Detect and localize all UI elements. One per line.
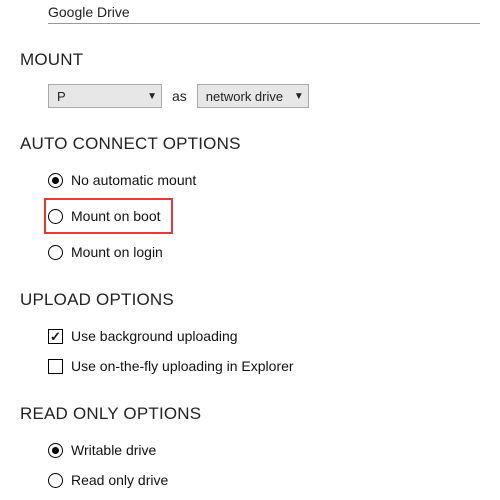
radio-writable-drive[interactable]: Writable drive (48, 438, 480, 462)
radio-icon (48, 473, 63, 488)
radio-icon (48, 443, 63, 458)
radio-label: Mount on login (71, 244, 163, 260)
check-on-the-fly-upload[interactable]: Use on-the-fly uploading in Explorer (48, 354, 480, 378)
drive-letter-select[interactable]: P ▼ (48, 84, 162, 108)
radio-label: Mount on boot (71, 208, 161, 224)
checkbox-icon (48, 359, 63, 374)
drive-type-value: network drive (206, 89, 283, 104)
radio-no-auto-mount[interactable]: No automatic mount (48, 168, 480, 192)
checkbox-label: Use background uploading (71, 328, 238, 344)
mount-as-label: as (172, 88, 187, 104)
radio-mount-on-boot[interactable]: Mount on boot (48, 204, 161, 228)
radio-label: No automatic mount (71, 172, 196, 188)
section-read-only: READ ONLY OPTIONS (20, 404, 480, 424)
section-upload: UPLOAD OPTIONS (20, 290, 480, 310)
radio-icon (48, 173, 63, 188)
section-mount: MOUNT (20, 50, 480, 70)
check-background-upload[interactable]: Use background uploading (48, 324, 480, 348)
radio-mount-on-login[interactable]: Mount on login (48, 240, 480, 264)
chevron-down-icon: ▼ (147, 91, 157, 102)
checkbox-label: Use on-the-fly uploading in Explorer (71, 358, 294, 374)
radio-label: Writable drive (71, 442, 156, 458)
service-name: Google Drive (48, 4, 480, 24)
checkbox-icon (48, 329, 63, 344)
section-auto-connect: AUTO CONNECT OPTIONS (20, 134, 480, 154)
drive-type-select[interactable]: network drive ▼ (197, 84, 309, 108)
radio-read-only-drive[interactable]: Read only drive (48, 468, 480, 492)
radio-icon (48, 209, 63, 224)
chevron-down-icon: ▼ (294, 91, 304, 102)
radio-label: Read only drive (71, 472, 168, 488)
radio-icon (48, 245, 63, 260)
drive-letter-value: P (57, 89, 66, 104)
highlight-box: Mount on boot (44, 198, 173, 234)
